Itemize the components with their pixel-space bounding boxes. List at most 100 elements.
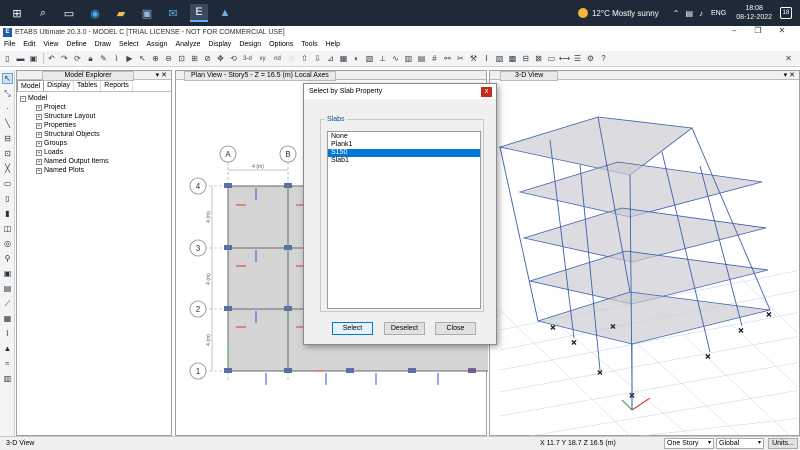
draw-joint-icon[interactable]: · <box>2 103 13 114</box>
draw-frame-icon[interactable]: ╲ <box>2 118 13 129</box>
close-icon[interactable]: ✕ <box>770 26 794 35</box>
display-icon[interactable]: ▦ <box>338 53 349 64</box>
help-icon[interactable]: ? <box>598 53 609 64</box>
reshape-icon[interactable]: ⤡ <box>2 88 13 99</box>
shadow-icon[interactable]: ◐ <box>351 53 362 64</box>
rotate-icon[interactable]: ⟲ <box>228 53 239 64</box>
move-down-icon[interactable]: ⇩ <box>312 53 323 64</box>
menu-help[interactable]: Help <box>326 41 340 48</box>
open-icon[interactable]: ▬ <box>15 53 26 64</box>
select-button[interactable]: Select <box>332 322 373 335</box>
expand-icon[interactable]: + <box>36 131 42 138</box>
menu-assign[interactable]: Assign <box>146 41 167 48</box>
expand-icon[interactable]: + <box>36 167 42 174</box>
view-3d-button[interactable]: 3-d <box>241 53 254 64</box>
draw-column-icon[interactable]: ⊡ <box>2 148 13 159</box>
tree-node-properties[interactable]: + Properties <box>20 121 171 130</box>
pan-icon[interactable]: ✥ <box>215 53 226 64</box>
table-icon[interactable]: ▤ <box>416 53 427 64</box>
new-model-icon[interactable]: ▯ <box>2 53 13 64</box>
links-icon[interactable]: ⚯ <box>442 53 453 64</box>
output-icon[interactable]: ⊠ <box>533 53 544 64</box>
3d-view-canvas[interactable]: ✕ ✕ ✕ ✕ ✕ ✕ ✕ ✕ <box>490 80 800 436</box>
expand-icon[interactable]: + <box>36 113 42 120</box>
menu-tools[interactable]: Tools <box>301 41 317 48</box>
menu-define[interactable]: Define <box>66 41 86 48</box>
column-marker[interactable] <box>284 183 292 188</box>
minimize-icon[interactable]: – <box>722 26 746 35</box>
draw-opening-icon[interactable]: ◫ <box>2 223 13 234</box>
mail-icon[interactable]: ✉ <box>164 4 182 22</box>
x-axis-icon[interactable]: ⟷ <box>559 53 570 64</box>
column-marker[interactable] <box>284 368 292 373</box>
volume-icon[interactable]: ♪ <box>699 9 703 18</box>
draw-wall-icon[interactable]: ▮ <box>2 208 13 219</box>
move-up-icon[interactable]: ⇧ <box>299 53 310 64</box>
draw-section-cut-icon[interactable]: ⌇ <box>2 328 13 339</box>
concrete-design-icon[interactable]: ▨ <box>494 53 505 64</box>
expand-icon[interactable]: + <box>36 140 42 147</box>
search-icon[interactable]: ⌕ <box>34 4 52 22</box>
composite-icon[interactable]: ⊟ <box>520 53 531 64</box>
column-marker[interactable] <box>224 183 232 188</box>
collapse-icon[interactable]: − <box>20 95 26 102</box>
edge-browser-icon[interactable]: ◉ <box>86 4 104 22</box>
draw-beam-icon[interactable]: ⊟ <box>2 133 13 144</box>
deselect-button[interactable]: Deselect <box>384 322 425 335</box>
design-icon[interactable]: ⚒ <box>468 53 479 64</box>
list-item-selected[interactable]: S150 <box>328 149 480 157</box>
store-icon[interactable]: ▣ <box>138 4 156 22</box>
view-nd-button[interactable]: nd <box>271 53 284 64</box>
coordinate-system-select[interactable]: Global <box>716 438 764 449</box>
menu-view[interactable]: View <box>43 41 58 48</box>
rubber-band-icon[interactable]: ◌ <box>286 53 297 64</box>
pencil-icon[interactable]: ✎ <box>98 53 109 64</box>
menu-display[interactable]: Display <box>208 41 231 48</box>
toolbar-pin-icon[interactable]: ✕ <box>783 53 794 64</box>
tree-node-named-output-items[interactable]: + Named Output Items <box>20 157 171 166</box>
tab-reports[interactable]: Reports <box>101 80 133 91</box>
draw-dimension-icon[interactable]: ⟋ <box>2 298 13 309</box>
menu-draw[interactable]: Draw <box>95 41 111 48</box>
expand-icon[interactable]: + <box>36 158 42 165</box>
column-marker[interactable] <box>224 368 232 373</box>
list-item[interactable]: Plank1 <box>328 141 480 149</box>
tree-node-loads[interactable]: + Loads <box>20 148 171 157</box>
expand-icon[interactable]: + <box>36 149 42 156</box>
menu-options[interactable]: Options <box>269 41 293 48</box>
save-icon[interactable]: ▣ <box>28 53 39 64</box>
steel-design-icon[interactable]: Ⅰ <box>481 53 492 64</box>
show-forces-icon[interactable]: ⟂ <box>377 53 388 64</box>
wall-design-icon[interactable]: ▩ <box>507 53 518 64</box>
zoom-window-icon[interactable]: ⊡ <box>176 53 187 64</box>
task-view-icon[interactable]: ▭ <box>60 4 78 22</box>
column-marker[interactable] <box>468 368 476 373</box>
extrude-icon[interactable]: ▧ <box>364 53 375 64</box>
restore-icon[interactable]: ❐ <box>746 26 770 35</box>
etabs-taskbar-icon[interactable]: E <box>190 4 208 22</box>
zoom-extents-icon[interactable]: ⊞ <box>189 53 200 64</box>
report-icon[interactable]: ▭ <box>546 53 557 64</box>
deformed-icon[interactable]: ∿ <box>390 53 401 64</box>
draw-tendon-icon[interactable]: ▣ <box>2 268 13 279</box>
menu-select[interactable]: Select <box>119 41 138 48</box>
tree-node-structure-layout[interactable]: + Structure Layout <box>20 112 171 121</box>
zoom-previous-icon[interactable]: ⊘ <box>202 53 213 64</box>
draw-strip-icon[interactable]: ▤ <box>2 283 13 294</box>
run-analysis-icon[interactable]: ▶ <box>124 53 135 64</box>
draw-brace-icon[interactable]: ╳ <box>2 163 13 174</box>
brush-icon[interactable]: ⌇ <box>111 53 122 64</box>
notification-badge[interactable]: 18 <box>780 7 792 19</box>
view-plan-button[interactable]: xy <box>256 53 269 64</box>
dialog-close-icon[interactable]: x <box>481 87 492 97</box>
tree-node-structural-objects[interactable]: + Structural Objects <box>20 130 171 139</box>
draw-developed-elevation-icon[interactable]: ▲ <box>2 343 13 354</box>
pointer-icon[interactable]: ↖ <box>137 53 148 64</box>
tree-node-model[interactable]: − Model <box>20 94 171 103</box>
settings-icon[interactable]: ⚙ <box>585 53 596 64</box>
tab-model[interactable]: Model <box>17 80 45 91</box>
column-marker[interactable] <box>224 306 232 311</box>
frame-force-icon[interactable]: ▥ <box>403 53 414 64</box>
units-button[interactable]: Units... <box>768 438 798 449</box>
menu-file[interactable]: File <box>4 41 15 48</box>
